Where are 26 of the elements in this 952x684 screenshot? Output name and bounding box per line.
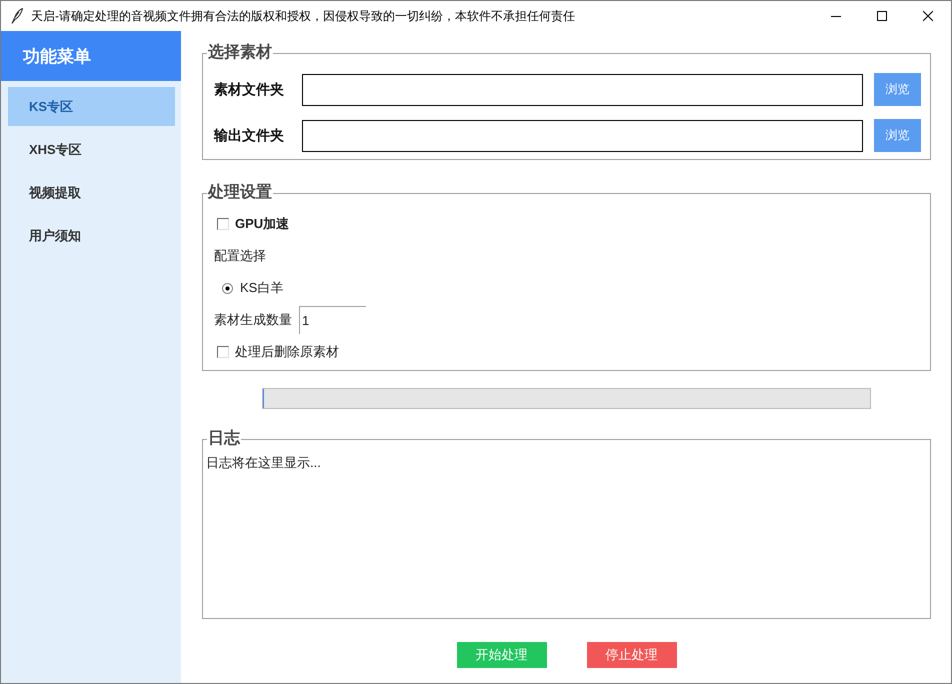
- checkbox-label: 处理后删除原素材: [235, 343, 339, 361]
- sidebar-item[interactable]: XHS专区: [8, 130, 175, 169]
- config-label: 配置选择: [214, 247, 266, 265]
- group-title: 选择素材: [207, 43, 273, 63]
- checkbox-label: GPU加速: [235, 215, 290, 233]
- sidebar-header: 功能菜单: [1, 31, 181, 81]
- sidebar-item[interactable]: 用户须知: [8, 216, 175, 255]
- count-label: 素材生成数量: [214, 311, 293, 329]
- folder-input[interactable]: [302, 74, 863, 106]
- radio-button[interactable]: [222, 282, 233, 294]
- close-icon: [923, 11, 933, 21]
- sidebar-item[interactable]: KS专区: [8, 87, 175, 126]
- field-label: 素材文件夹: [214, 80, 285, 98]
- log-text-area[interactable]: 日志将在这里显示...: [204, 449, 929, 617]
- count-input[interactable]: 1: [299, 306, 366, 334]
- sidebar-item[interactable]: 视频提取: [8, 173, 175, 212]
- group-title: 日志: [207, 429, 241, 449]
- group-title: 处理设置: [207, 183, 273, 203]
- folder-input[interactable]: [302, 120, 863, 152]
- feather-icon: [11, 8, 23, 24]
- maximize-icon: [877, 11, 887, 21]
- field-label: 输出文件夹: [214, 126, 285, 144]
- checkbox[interactable]: [217, 218, 229, 230]
- checkbox[interactable]: [217, 346, 229, 358]
- window-title: 天启-请确定处理的音视频文件拥有合法的版权和授权，因侵权导致的一切纠纷，本软件不承担任何责任: [31, 8, 575, 24]
- radio-label: KS白羊: [240, 279, 284, 297]
